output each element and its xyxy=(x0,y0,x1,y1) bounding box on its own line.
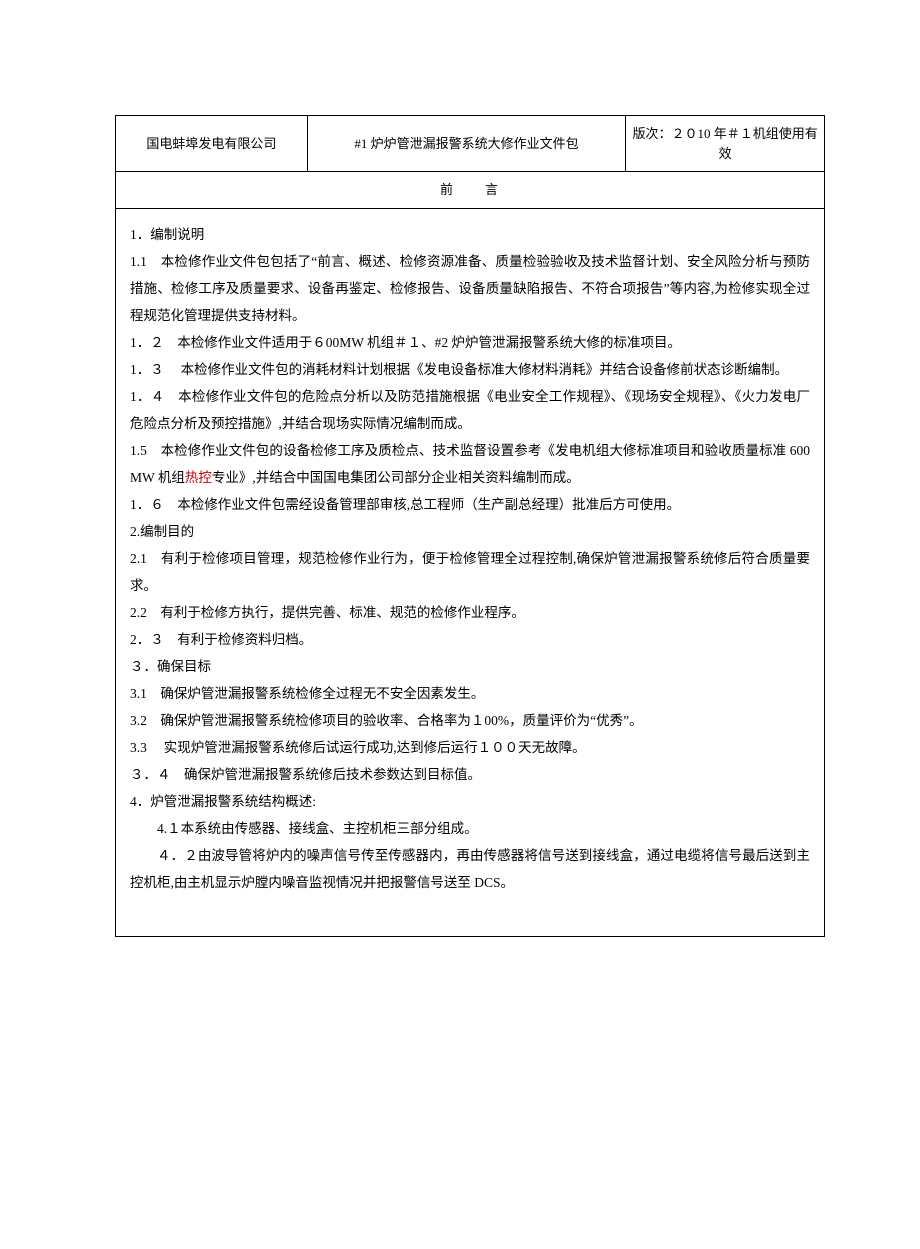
para-3-3: 3.3 实现炉管泄漏报警系统修后试运行成功,达到修后运行１００天无故障。 xyxy=(130,734,810,761)
section-2-heading: 2.编制目的 xyxy=(130,518,810,545)
header-row: 国电蚌埠发电有限公司 #1 炉炉管泄漏报警系统大修作业文件包 版次：２０10 年… xyxy=(116,116,824,172)
para-1-2: 1．２ 本检修作业文件适用于６00MW 机组＃１、#2 炉炉管泄漏报警系统大修的… xyxy=(130,329,810,356)
para-1-4: 1．４ 本检修作业文件包的危险点分析以及防范措施根据《电业安全工作规程》、《现场… xyxy=(130,383,810,437)
header-doc-title: #1 炉炉管泄漏报警系统大修作业文件包 xyxy=(307,116,626,172)
para-2-1: 2.1 有利于检修项目管理，规范检修作业行为，便于检修管理全过程控制,确保炉管泄… xyxy=(130,545,810,599)
para-3-4: ３．４ 确保炉管泄漏报警系统修后技术参数达到目标值。 xyxy=(130,761,810,788)
header-company: 国电蚌埠发电有限公司 xyxy=(116,116,307,172)
para-3-1: 3.1 确保炉管泄漏报警系统检修全过程无不安全因素发生。 xyxy=(130,680,810,707)
section-4-heading: 4．炉管泄漏报警系统结构概述: xyxy=(130,788,810,815)
para-1-1: 1.1 本检修作业文件包包括了“前言、概述、检修资源准备、质量检验验收及技术监督… xyxy=(130,248,810,329)
para-1-5-highlight: 热控 xyxy=(185,470,212,485)
para-1-6: 1．６ 本检修作业文件包需经设备管理部审核,总工程师（生产副总经理）批准后方可使… xyxy=(130,491,810,518)
page-frame: 国电蚌埠发电有限公司 #1 炉炉管泄漏报警系统大修作业文件包 版次：２０10 年… xyxy=(115,115,825,937)
document-page: 国电蚌埠发电有限公司 #1 炉炉管泄漏报警系统大修作业文件包 版次：２０10 年… xyxy=(0,0,920,1249)
para-1-5: 1.5 本检修作业文件包的设备检修工序及质检点、技术监督设置参考《发电机组大修标… xyxy=(130,437,810,491)
preface-title: 前 言 xyxy=(116,172,824,209)
body-content: 1．编制说明 1.1 本检修作业文件包包括了“前言、概述、检修资源准备、质量检验… xyxy=(116,209,824,936)
para-1-3: 1．３ 本检修作业文件包的消耗材料计划根据《发电设备标准大修材料消耗》并结合设备… xyxy=(130,356,810,383)
header-table: 国电蚌埠发电有限公司 #1 炉炉管泄漏报警系统大修作业文件包 版次：２０10 年… xyxy=(116,116,824,209)
section-1-heading: 1．编制说明 xyxy=(130,221,810,248)
para-2-2: 2.2 有利于检修方执行，提供完善、标准、规范的检修作业程序。 xyxy=(130,599,810,626)
para-2-3: 2．３ 有利于检修资料归档。 xyxy=(130,626,810,653)
para-1-5-post: 专业》,并结合中国国电集团公司部分企业相关资料编制而成。 xyxy=(212,470,580,485)
preface-title-row: 前 言 xyxy=(116,172,824,209)
para-3-2: 3.2 确保炉管泄漏报警系统检修项目的验收率、合格率为１00%，质量评价为“优秀… xyxy=(130,707,810,734)
para-4-1: 4.１本系统由传感器、接线盒、主控机柜三部分组成。 xyxy=(130,815,810,842)
para-4-2: ４．２由波导管将炉内的噪声信号传至传感器内，再由传感器将信号送到接线盒，通过电缆… xyxy=(130,842,810,896)
header-version: 版次：２０10 年＃１机组使用有效 xyxy=(626,116,824,172)
section-3-heading: ３．确保目标 xyxy=(130,653,810,680)
